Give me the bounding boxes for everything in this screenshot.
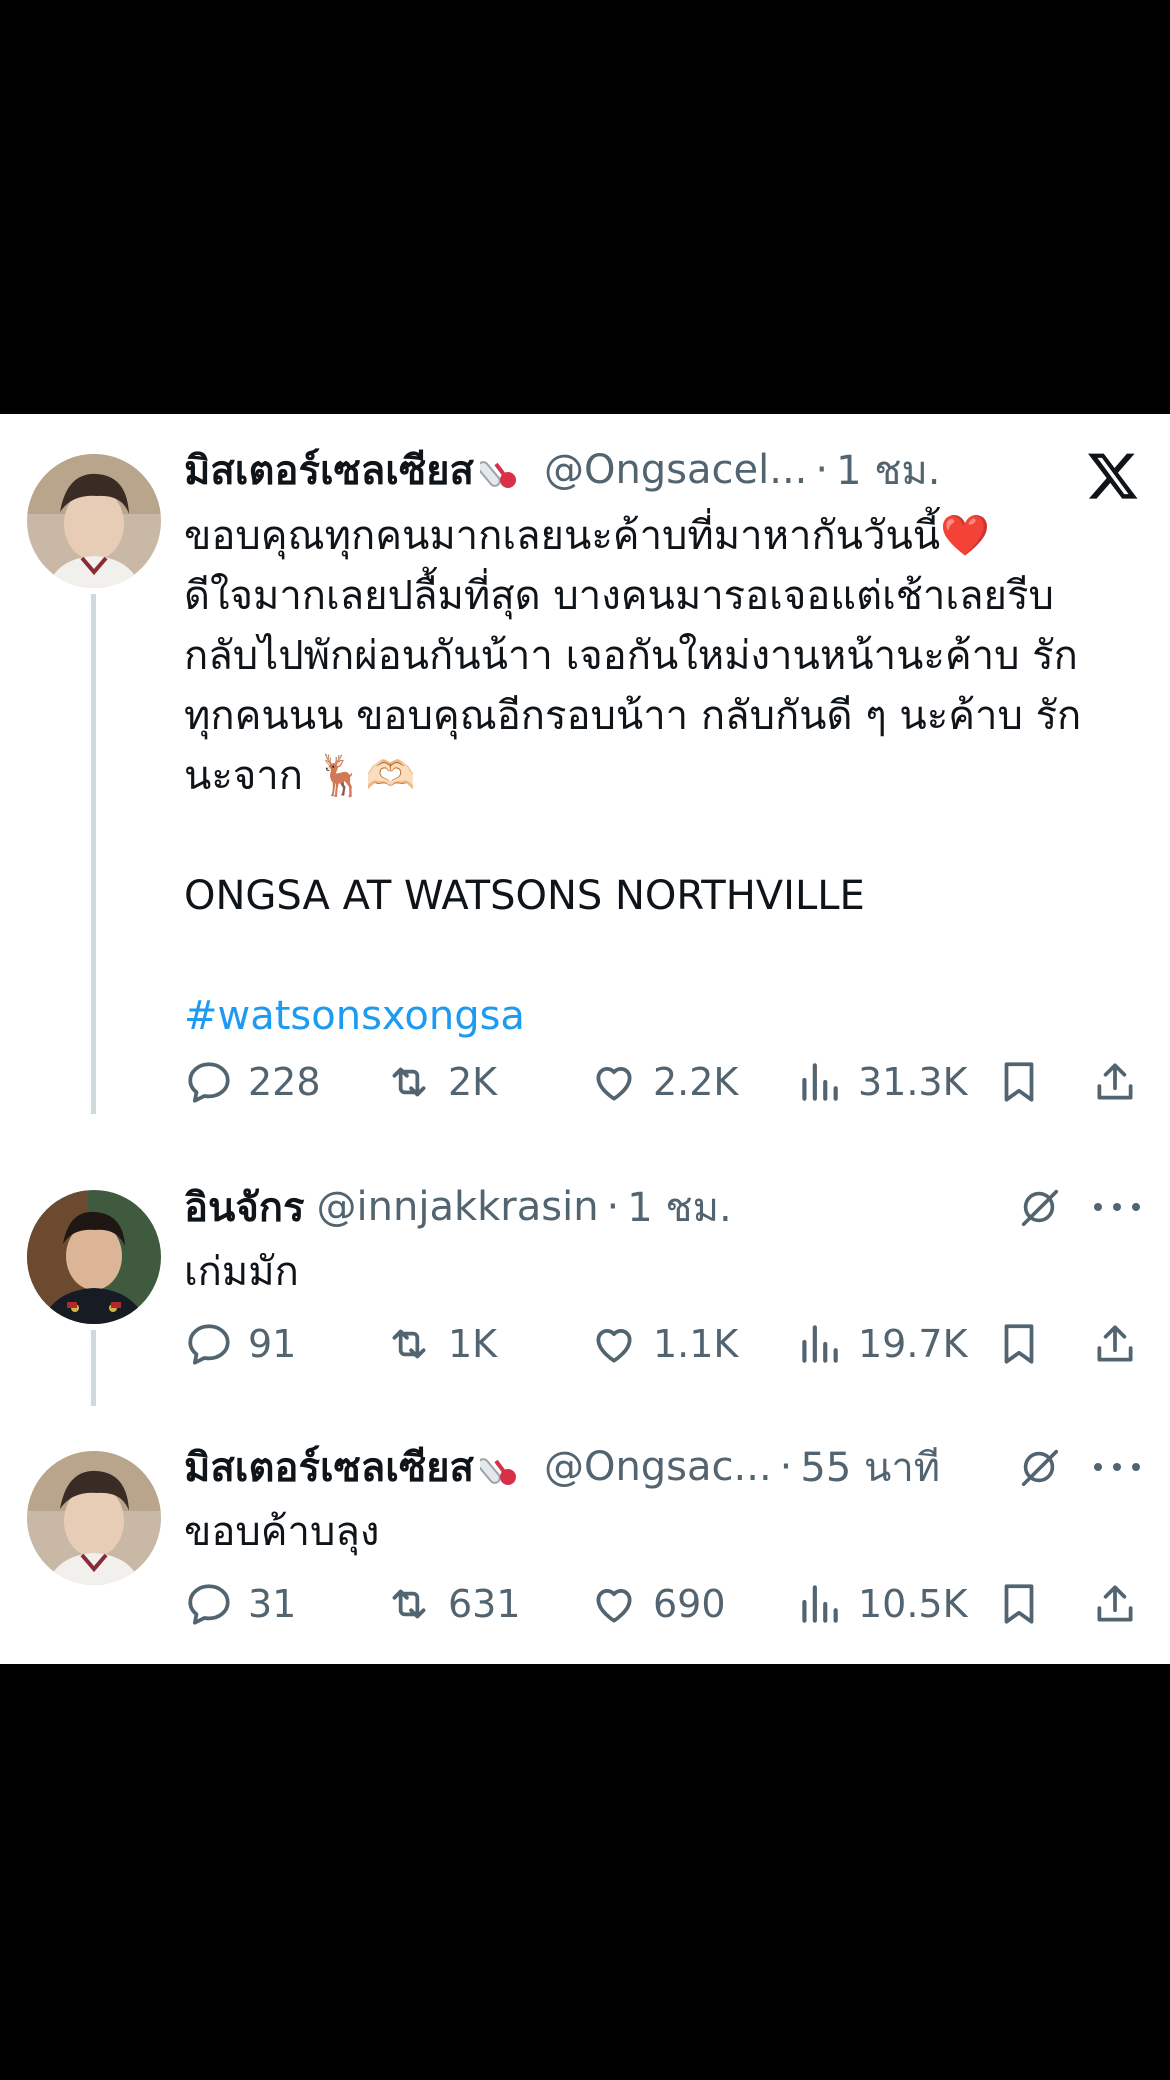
repost-button[interactable]: 1K [384, 1314, 497, 1374]
views-button[interactable]: 19.7K [794, 1314, 968, 1374]
repost-icon [392, 1329, 426, 1359]
repost-button[interactable]: 2K [384, 1052, 497, 1112]
separator-dot: · [815, 447, 829, 493]
views-button[interactable]: 31.3K [794, 1052, 968, 1112]
tweet-text-line: ดีใจมากเลยปลื้มที่สุด บางคนมารอเจอแต่เช้… [184, 573, 1054, 619]
tweet-actions: 91 1K 1.1K 19.7K [184, 1314, 1144, 1374]
tweet-text: เก่มมัก [184, 1249, 299, 1295]
repost-icon [392, 1589, 426, 1619]
timestamp[interactable]: 1 ชม. [836, 438, 940, 502]
like-count: 1.1K [653, 1322, 739, 1366]
tweet-text-line: ทุกคนนน ขอบคุณอีกรอบน้าา กลับกันดี ๆ นะค… [184, 693, 1082, 739]
tweet-text-line: ขอบคุณทุกคนมากเลยนะค้าบที่มาหากันวันนี้❤… [184, 513, 990, 559]
reply-icon [188, 1324, 230, 1365]
repost-button[interactable]: 631 [384, 1574, 521, 1634]
thread-line [91, 1330, 96, 1406]
more-button[interactable] [1094, 1179, 1140, 1235]
grok-button[interactable] [1016, 1439, 1064, 1495]
tweet-header: มิสเตอร์เซลเซียส @Ongsacel... · 1 ชม. [184, 442, 1140, 498]
more-icon [1132, 1203, 1140, 1211]
share-button[interactable] [1090, 1052, 1140, 1112]
more-icon [1113, 1463, 1121, 1471]
avatar[interactable] [27, 454, 161, 588]
thermometer-icon [479, 1458, 516, 1485]
tweet-text-line: นะจาก 🦌🫶🏻 [184, 753, 416, 799]
tweet-header: มิสเตอร์เซลเซียส @Ongsac... · 55 นาที [184, 1439, 1140, 1495]
reply-icon [188, 1584, 230, 1625]
tweet-actions: 31 631 690 10.5K [184, 1574, 1144, 1634]
tweet-actions: 228 2K 2.2K 31.3K [184, 1052, 1144, 1112]
reply-count: 31 [248, 1582, 297, 1626]
avatar[interactable] [27, 1451, 161, 1585]
bookmark-icon [1004, 1584, 1034, 1624]
tweet-thread-card: มิสเตอร์เซลเซียส @Ongsacel... · 1 ชม. ขอ… [0, 414, 1170, 1664]
like-icon [596, 1067, 632, 1101]
views-icon [802, 1585, 838, 1623]
grok-icon [1021, 1189, 1059, 1227]
reply-count: 228 [248, 1060, 321, 1104]
reply-icon [188, 1062, 230, 1103]
tweet-text-line: กลับไปพักผ่อนกันน้าา เจอกันใหม่งานหน้านะ… [184, 633, 1078, 679]
tweet-text: ขอบค้าบลุง [184, 1509, 380, 1555]
repost-count: 2K [448, 1060, 498, 1104]
views-icon [802, 1325, 838, 1363]
thread-line [91, 594, 96, 1114]
like-button[interactable]: 1.1K [589, 1314, 738, 1374]
views-icon [802, 1063, 838, 1101]
reply-count: 91 [248, 1322, 297, 1366]
more-icon [1094, 1203, 1102, 1211]
display-name[interactable]: อินจักร [184, 1175, 305, 1239]
timestamp[interactable]: 55 นาที [800, 1435, 940, 1499]
tweet-header: อินจักร @innjakkrasin · 1 ชม. [184, 1179, 1140, 1235]
bookmark-button[interactable] [994, 1314, 1044, 1374]
bookmark-icon [1004, 1062, 1034, 1102]
views-count: 19.7K [858, 1322, 968, 1366]
separator-dot: · [606, 1184, 620, 1230]
avatar[interactable] [27, 1190, 161, 1324]
share-icon [1097, 1325, 1133, 1362]
views-button[interactable]: 10.5K [794, 1574, 968, 1634]
repost-count: 1K [448, 1322, 498, 1366]
grok-button[interactable] [1016, 1179, 1064, 1235]
bookmark-icon [1004, 1324, 1034, 1364]
bookmark-button[interactable] [994, 1574, 1044, 1634]
bookmark-button[interactable] [994, 1052, 1044, 1112]
more-icon [1132, 1463, 1140, 1471]
repost-icon [392, 1067, 426, 1097]
hashtag-link[interactable]: #watsonsxongsa [184, 986, 1144, 1046]
more-icon [1113, 1203, 1121, 1211]
like-count: 690 [653, 1582, 726, 1626]
reply-button[interactable]: 31 [184, 1574, 296, 1634]
tweet-caption: ONGSA AT WATSONS NORTHVILLE [184, 873, 865, 919]
user-handle[interactable]: @Ongsac... [544, 1444, 772, 1490]
user-handle[interactable]: @innjakkrasin [317, 1184, 599, 1230]
display-name[interactable]: มิสเตอร์เซลเซียส [184, 438, 474, 502]
tweet-text: ขอบคุณทุกคนมากเลยนะค้าบที่มาหากันวันนี้❤… [184, 506, 1144, 1046]
like-count: 2.2K [653, 1060, 739, 1104]
user-handle[interactable]: @Ongsacel... [544, 447, 807, 493]
timestamp[interactable]: 1 ชม. [627, 1175, 731, 1239]
more-icon [1094, 1463, 1102, 1471]
thermometer-icon [479, 461, 516, 488]
share-button[interactable] [1090, 1314, 1140, 1374]
share-button[interactable] [1090, 1574, 1140, 1634]
grok-icon [1021, 1449, 1059, 1487]
views-count: 10.5K [858, 1582, 968, 1626]
like-icon [596, 1329, 632, 1363]
display-name[interactable]: มิสเตอร์เซลเซียส [184, 1435, 474, 1499]
reply-button[interactable]: 91 [184, 1314, 296, 1374]
separator-dot: · [779, 1444, 793, 1490]
like-icon [596, 1589, 632, 1623]
reply-button[interactable]: 228 [184, 1052, 321, 1112]
more-button[interactable] [1094, 1439, 1140, 1495]
share-icon [1097, 1585, 1133, 1622]
views-count: 31.3K [858, 1060, 968, 1104]
like-button[interactable]: 2.2K [589, 1052, 738, 1112]
like-button[interactable]: 690 [589, 1574, 726, 1634]
share-icon [1097, 1063, 1133, 1100]
repost-count: 631 [448, 1582, 521, 1626]
